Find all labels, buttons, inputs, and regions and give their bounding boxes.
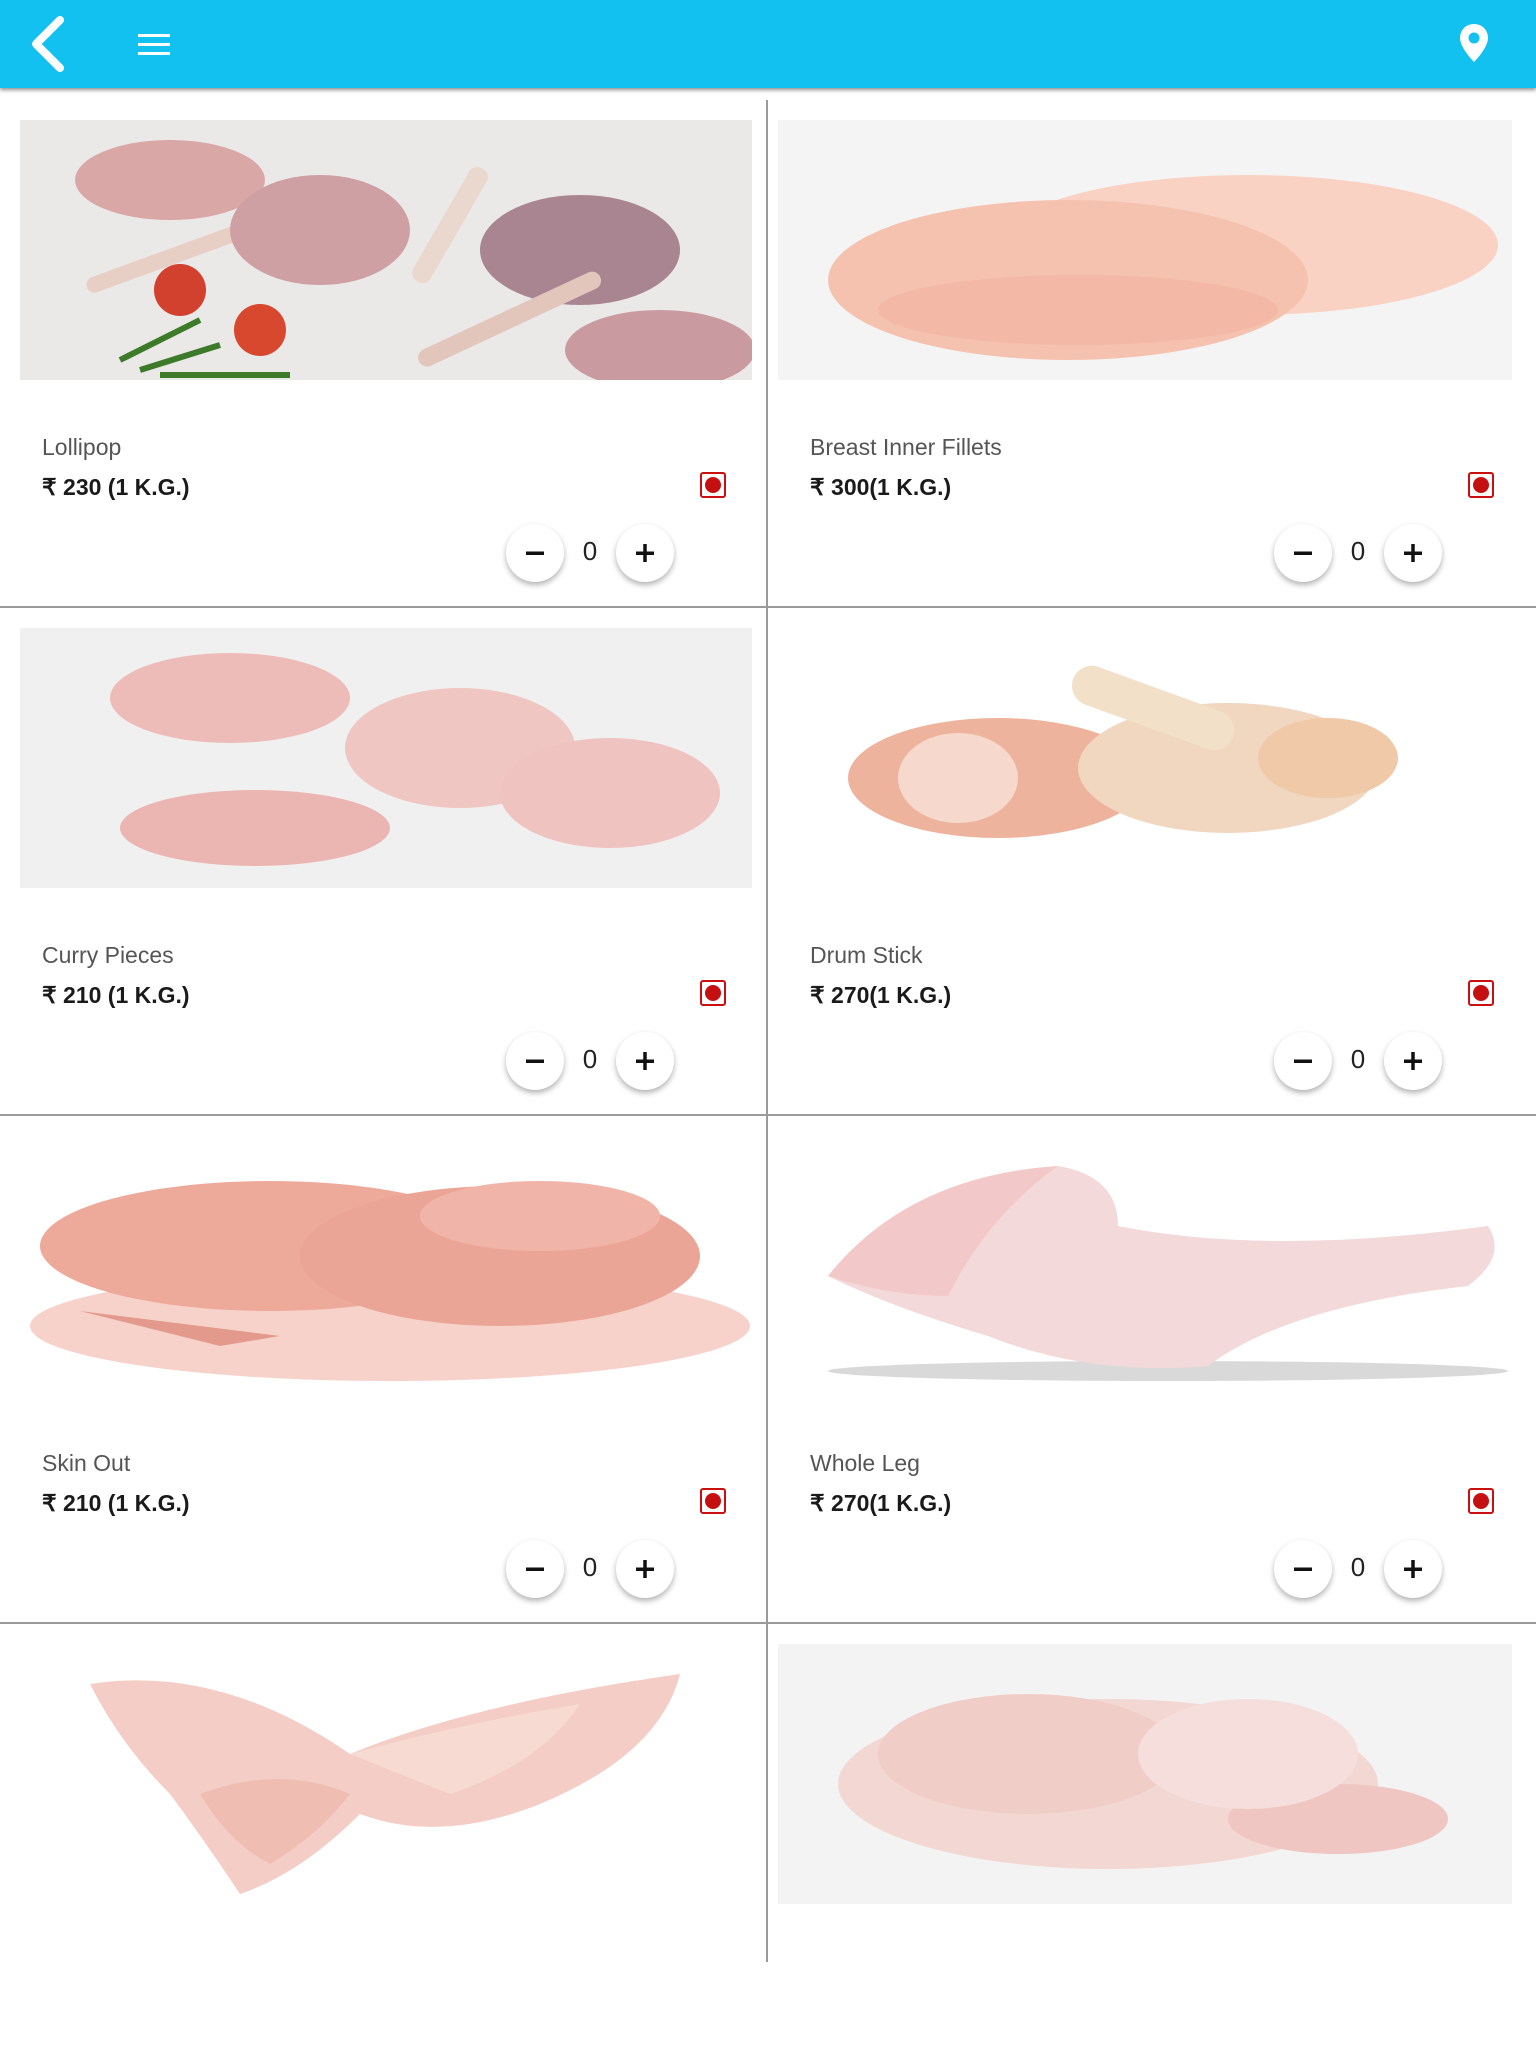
quantity-stepper: 0 [1274, 1540, 1444, 1600]
quantity-stepper: 0 [506, 524, 676, 584]
non-veg-icon [700, 472, 726, 498]
quantity-stepper: 0 [1274, 1032, 1444, 1092]
product-name: Lollipop [42, 434, 122, 460]
product-card-wings[interactable] [0, 1624, 766, 1964]
product-card-whole-chicken[interactable] [768, 1624, 1534, 1964]
curry-pieces-image [20, 628, 752, 888]
drumstick-image [788, 628, 1520, 888]
product-price: ₹ 300(1 K.G.) [810, 474, 952, 500]
whole-chicken-image [778, 1644, 1512, 1904]
back-chevron-icon[interactable] [22, 12, 86, 76]
decrease-quantity-button[interactable] [1274, 1032, 1332, 1090]
non-veg-icon [700, 980, 726, 1006]
decrease-quantity-button[interactable] [506, 1032, 564, 1090]
product-card-whole-leg[interactable]: Whole Leg ₹ 270(1 K.G.) 0 [768, 1116, 1534, 1624]
quantity-value: 0 [582, 1044, 598, 1074]
product-name: Skin Out [42, 1450, 131, 1476]
location-pin-icon[interactable] [1448, 18, 1500, 70]
quantity-value: 0 [582, 1552, 598, 1582]
product-name: Drum Stick [810, 942, 923, 968]
increase-quantity-button[interactable] [616, 1032, 674, 1090]
breast-fillets-image [778, 120, 1512, 380]
product-card-curry-pieces[interactable]: Curry Pieces ₹ 210 (1 K.G.) 0 [0, 608, 766, 1116]
product-card-lollipop[interactable]: Lollipop ₹ 230 (1 K.G.) 0 [0, 100, 766, 608]
quantity-value: 0 [582, 536, 598, 566]
chicken-wings-image [20, 1644, 752, 1904]
decrease-quantity-button[interactable] [1274, 524, 1332, 582]
product-card-skin-out[interactable]: Skin Out ₹ 210 (1 K.G.) 0 [0, 1116, 766, 1624]
product-name: Breast Inner Fillets [810, 434, 1002, 460]
non-veg-icon [1468, 472, 1494, 498]
increase-quantity-button[interactable] [1384, 524, 1442, 582]
hamburger-menu-icon[interactable] [128, 20, 180, 68]
quantity-value: 0 [1350, 536, 1366, 566]
quantity-stepper: 0 [1274, 524, 1444, 584]
product-card-drum-stick[interactable]: Drum Stick ₹ 270(1 K.G.) 0 [768, 608, 1534, 1116]
non-veg-icon [1468, 980, 1494, 1006]
decrease-quantity-button[interactable] [1274, 1540, 1332, 1598]
increase-quantity-button[interactable] [616, 1540, 674, 1598]
quantity-value: 0 [1350, 1552, 1366, 1582]
quantity-stepper: 0 [506, 1540, 676, 1600]
product-card-breast-inner-fillets[interactable]: Breast Inner Fillets ₹ 300(1 K.G.) 0 [768, 100, 1534, 608]
decrease-quantity-button[interactable] [506, 1540, 564, 1598]
product-price: ₹ 210 (1 K.G.) [42, 1490, 190, 1516]
app-bar [0, 0, 1536, 88]
non-veg-icon [700, 1488, 726, 1514]
product-price: ₹ 210 (1 K.G.) [42, 982, 190, 1008]
non-veg-icon [1468, 1488, 1494, 1514]
product-name: Whole Leg [810, 1450, 920, 1476]
quantity-value: 0 [1350, 1044, 1366, 1074]
increase-quantity-button[interactable] [616, 524, 674, 582]
chicken-lollipop-image [20, 120, 752, 380]
product-price: ₹ 270(1 K.G.) [810, 1490, 952, 1516]
increase-quantity-button[interactable] [1384, 1540, 1442, 1598]
quantity-stepper: 0 [506, 1032, 676, 1092]
decrease-quantity-button[interactable] [506, 524, 564, 582]
increase-quantity-button[interactable] [1384, 1032, 1442, 1090]
whole-leg-image [788, 1136, 1520, 1396]
product-price: ₹ 230 (1 K.G.) [42, 474, 190, 500]
product-price: ₹ 270(1 K.G.) [810, 982, 952, 1008]
product-name: Curry Pieces [42, 942, 174, 968]
skin-out-chicken-image [20, 1136, 752, 1396]
